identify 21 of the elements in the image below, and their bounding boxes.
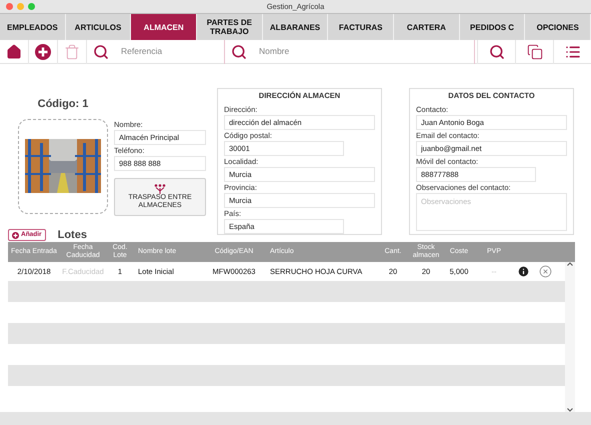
trash-icon: [64, 44, 80, 60]
copy-icon: [526, 44, 542, 60]
search-icon: [231, 44, 247, 60]
search-icon: [488, 44, 504, 60]
search-field[interactable]: Referencia: [121, 45, 221, 58]
code-label: Código: 1: [36, 97, 90, 112]
photo-frame[interactable]: [18, 118, 108, 214]
search-icon: [93, 44, 109, 60]
add-icon: [12, 232, 19, 238]
home-icon: [6, 44, 22, 60]
menu-icon: [564, 44, 580, 60]
add-icon: [35, 44, 51, 60]
remove-icon[interactable]: [538, 265, 552, 278]
scroll-down-icon[interactable]: [567, 408, 573, 412]
section-title: Lotes: [58, 229, 87, 241]
info-icon[interactable]: [516, 265, 530, 278]
search-field[interactable]: Nombre: [259, 45, 359, 58]
scroll-up-icon[interactable]: [567, 262, 573, 266]
tab[interactable]: ALMACEN: [131, 14, 198, 40]
people-icon: [154, 184, 166, 194]
scrollbar[interactable]: [565, 262, 575, 412]
